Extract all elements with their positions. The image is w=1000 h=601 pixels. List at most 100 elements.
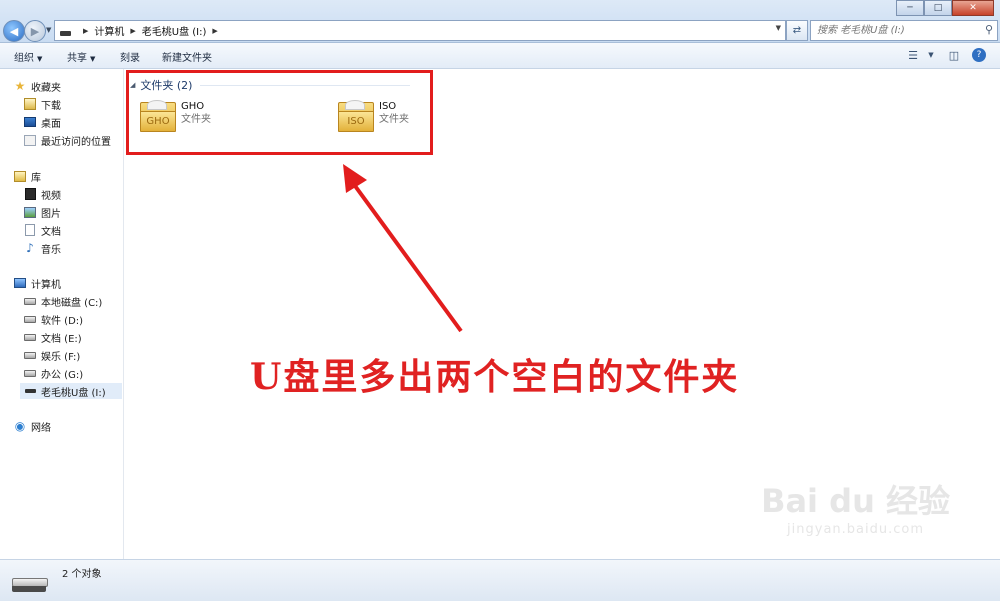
sidebar-item-drive-g[interactable]: 办公 (G:)	[24, 365, 83, 381]
sidebar-computer[interactable]: 计算机	[14, 275, 61, 291]
usb-drive-large-icon	[12, 578, 48, 593]
desktop-icon	[24, 117, 36, 127]
address-dropdown-icon[interactable]: ▼	[776, 24, 781, 32]
annotation-caption: U盘里多出两个空白的文件夹	[250, 356, 740, 398]
sidebar-network[interactable]: ◉ 网络	[14, 418, 51, 434]
watermark-logo: Bai du 经验	[761, 482, 950, 520]
view-options-button[interactable]: ☰	[904, 47, 922, 63]
back-arrow-icon: ◀	[9, 24, 19, 38]
breadcrumb-usb-drive[interactable]: 老毛桃U盘 (I:)	[142, 23, 207, 38]
sidebar-item-music[interactable]: ♪ 音乐	[24, 240, 61, 256]
sidebar-item-label: 娱乐 (F:)	[41, 351, 81, 363]
breadcrumb-separator-icon[interactable]: ▶	[130, 27, 135, 35]
forward-arrow-icon: ▶	[30, 24, 40, 38]
sidebar-item-drive-i[interactable]: 老毛桃U盘 (I:)	[20, 383, 122, 399]
close-button[interactable]: ✕	[952, 0, 994, 16]
sidebar-libraries[interactable]: 库	[14, 168, 41, 184]
network-icon: ◉	[14, 419, 26, 433]
hard-disk-icon	[24, 333, 36, 341]
chevron-down-icon: ▼	[37, 55, 43, 63]
refresh-icon: ⇄	[792, 25, 802, 36]
sidebar-item-downloads[interactable]: 下载	[24, 96, 61, 112]
sidebar-item-recent-places[interactable]: 最近访问的位置	[24, 132, 111, 148]
video-library-icon	[24, 188, 36, 200]
usb-drive-icon	[24, 389, 36, 393]
sidebar-item-label: 文档 (E:)	[41, 333, 82, 345]
navigation-pane: ★ 收藏夹 下载 桌面 最近访问的位置 库 视频 图片 文档 ♪ 音乐 计算机 …	[0, 69, 124, 559]
burn-button[interactable]: 刻录	[120, 49, 140, 64]
minimize-button[interactable]: ─	[896, 0, 924, 16]
usb-drive-icon	[60, 31, 71, 36]
sidebar-item-drive-c[interactable]: 本地磁盘 (C:)	[24, 293, 102, 309]
sidebar-item-label: 老毛桃U盘 (I:)	[41, 387, 106, 399]
refresh-button[interactable]: ⇄	[786, 20, 808, 41]
address-field[interactable]: ▶ 计算机 ▶ 老毛桃U盘 (I:) ▶ ▼	[54, 20, 786, 41]
arrow-shaft	[348, 177, 463, 333]
sidebar-item-label: 桌面	[41, 118, 61, 130]
documents-library-icon	[25, 224, 35, 236]
sidebar-item-drive-f[interactable]: 娱乐 (F:)	[24, 347, 80, 363]
sidebar-item-label: 网络	[31, 422, 51, 434]
search-icon[interactable]: ⚲	[985, 23, 993, 36]
sidebar-item-label: 软件 (D:)	[41, 315, 84, 327]
sidebar-item-label: 图片	[41, 208, 61, 220]
address-bar: ◀ ▶ ▼ ▶ 计算机 ▶ 老毛桃U盘 (I:) ▶ ▼ ⇄ ⚲ ─ □ ✕	[0, 0, 1000, 43]
sidebar-favorites[interactable]: ★ 收藏夹	[14, 78, 61, 94]
sidebar-item-label: 最近访问的位置	[41, 136, 111, 148]
sidebar-item-pictures[interactable]: 图片	[24, 204, 61, 220]
hard-disk-icon	[24, 315, 36, 323]
sidebar-item-label: 下载	[41, 100, 61, 112]
maximize-button[interactable]: □	[924, 0, 952, 16]
item-count: 2 个对象	[62, 569, 102, 580]
watermark-url: jingyan.baidu.com	[787, 522, 925, 537]
file-list-pane: ◢ 文件夹 (2) GHO GHO 文件夹 ISO ISO 文件夹 U盘里多出两…	[124, 69, 1000, 559]
sidebar-item-videos[interactable]: 视频	[24, 186, 61, 202]
sidebar-item-drive-e[interactable]: 文档 (E:)	[24, 329, 82, 345]
share-label: 共享	[67, 53, 87, 64]
watermark: Bai du 经验 jingyan.baidu.com	[761, 476, 950, 537]
status-bar: 2 个对象	[0, 559, 1000, 601]
share-button[interactable]: 共享 ▼	[67, 49, 95, 64]
sidebar-item-label: 收藏夹	[31, 82, 61, 94]
new-folder-button[interactable]: 新建文件夹	[162, 49, 212, 64]
recent-places-icon	[24, 134, 36, 146]
hard-disk-icon	[24, 297, 36, 305]
close-icon: ✕	[969, 3, 977, 13]
music-note-icon: ♪	[26, 241, 34, 255]
recent-pages-dropdown-icon[interactable]: ▼	[46, 26, 51, 34]
sidebar-item-label: 本地磁盘 (C:)	[41, 297, 103, 309]
sidebar-item-label: 视频	[41, 190, 61, 202]
organize-button[interactable]: 组织 ▼	[14, 49, 42, 64]
breadcrumb-separator-icon[interactable]: ▶	[212, 27, 217, 35]
sidebar-item-documents[interactable]: 文档	[24, 222, 61, 238]
maximize-icon: □	[933, 3, 943, 13]
sidebar-item-desktop[interactable]: 桌面	[24, 114, 61, 130]
search-box[interactable]: ⚲	[810, 20, 998, 41]
minimize-icon: ─	[907, 3, 913, 13]
preview-pane-button[interactable]: ◫	[945, 47, 963, 63]
back-button[interactable]: ◀	[3, 20, 25, 42]
burn-label: 刻录	[120, 53, 140, 64]
downloads-folder-icon	[24, 98, 36, 110]
chevron-down-icon: ▼	[90, 55, 96, 63]
breadcrumb-separator-icon[interactable]: ▶	[83, 27, 88, 35]
breadcrumb-computer[interactable]: 计算机	[94, 23, 124, 38]
preview-pane-icon: ◫	[948, 48, 960, 62]
computer-icon	[14, 278, 26, 288]
help-icon: ?	[976, 50, 982, 60]
star-icon: ★	[14, 79, 26, 93]
sidebar-item-label: 库	[31, 172, 41, 184]
forward-button[interactable]: ▶	[24, 20, 46, 42]
hard-disk-icon	[24, 369, 36, 377]
organize-label: 组织	[14, 53, 34, 64]
search-input[interactable]	[811, 21, 979, 40]
view-dropdown-button[interactable]: ▼	[922, 47, 940, 63]
hard-disk-icon	[24, 351, 36, 359]
sidebar-item-label: 计算机	[31, 279, 61, 291]
chevron-down-icon: ▼	[928, 51, 934, 59]
command-toolbar: 组织 ▼ 共享 ▼ 刻录 新建文件夹 ☰ ▼ ◫ ?	[0, 43, 1000, 69]
pictures-library-icon	[24, 206, 36, 218]
help-button[interactable]: ?	[972, 48, 986, 62]
sidebar-item-label: 文档	[41, 226, 61, 238]
sidebar-item-drive-d[interactable]: 软件 (D:)	[24, 311, 83, 327]
